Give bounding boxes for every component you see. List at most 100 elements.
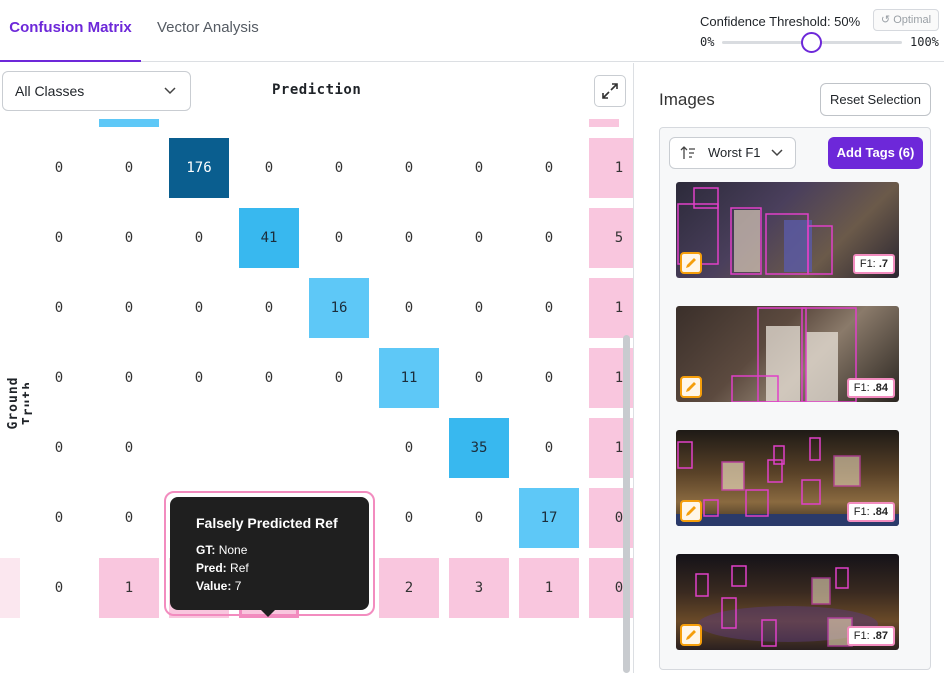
edit-pencil-icon[interactable]	[680, 624, 702, 646]
f1-value: .87	[872, 630, 888, 642]
matrix-cell[interactable]: 0	[379, 208, 439, 268]
matrix-cell[interactable]	[239, 418, 299, 478]
matrix-cell[interactable]: 17	[519, 488, 579, 548]
expand-icon	[602, 83, 618, 99]
matrix-cell[interactable]: 0	[99, 348, 159, 408]
f1-score-badge: F1: .7	[852, 254, 895, 274]
matrix-cell[interactable]: 0	[29, 418, 89, 478]
matrix-cell[interactable]: 0	[449, 348, 509, 408]
threshold-max-label: 100%	[910, 35, 939, 49]
matrix-cell[interactable]: 1	[99, 558, 159, 618]
matrix-cell[interactable]: 0	[239, 348, 299, 408]
matrix-cell[interactable]: 1	[589, 138, 633, 198]
matrix-cell[interactable]: 1	[519, 558, 579, 618]
matrix-cell[interactable]: 0	[519, 278, 579, 338]
threshold-slider-thumb[interactable]	[801, 32, 822, 53]
chevron-down-icon	[771, 138, 783, 179]
matrix-cell[interactable]: 41	[239, 208, 299, 268]
image-thumbnail[interactable]: F1: .84	[676, 430, 899, 526]
sort-select[interactable]: Worst F1	[669, 137, 796, 169]
image-thumbnail[interactable]: F1: .7	[676, 182, 899, 278]
confidence-threshold-label: Confidence Threshold: 50%	[700, 14, 861, 29]
matrix-cell[interactable]: 0	[169, 208, 229, 268]
reset-selection-button[interactable]: Reset Selection	[820, 83, 931, 116]
matrix-cell[interactable]: 0	[449, 138, 509, 198]
matrix-cell[interactable]: 1	[589, 278, 633, 338]
matrix-cell[interactable]: 0	[449, 208, 509, 268]
matrix-cell-partial[interactable]	[99, 119, 159, 127]
matrix-cell[interactable]: 2	[379, 558, 439, 618]
matrix-cell[interactable]: 0	[519, 138, 579, 198]
matrix-cell[interactable]: 0	[29, 278, 89, 338]
cell-tooltip: Falsely Predicted Ref GT: None Pred: Ref…	[170, 497, 369, 610]
matrix-cell[interactable]: 16	[309, 278, 369, 338]
matrix-cell[interactable]: 0	[99, 278, 159, 338]
tab-confusion-matrix[interactable]: Confusion Matrix	[0, 0, 141, 62]
matrix-cell[interactable]: 0	[99, 138, 159, 198]
tooltip-arrow	[261, 610, 275, 617]
edit-pencil-icon[interactable]	[680, 252, 702, 274]
f1-key: F1:	[859, 258, 876, 270]
matrix-cell[interactable]: 0	[379, 418, 439, 478]
matrix-cell[interactable]: 0	[29, 558, 89, 618]
matrix-cell[interactable]	[169, 418, 229, 478]
f1-value: .7	[878, 258, 888, 270]
matrix-cell[interactable]: 0	[449, 278, 509, 338]
matrix-cell[interactable]: 0	[99, 208, 159, 268]
matrix-cell[interactable]: 176	[169, 138, 229, 198]
sort-select-value: Worst F1	[708, 145, 761, 160]
row-highlight	[0, 558, 20, 618]
tooltip-pred-line: Pred: Ref	[196, 559, 369, 577]
matrix-cell[interactable]: 0	[379, 278, 439, 338]
edit-pencil-icon[interactable]	[680, 500, 702, 522]
image-thumbnail[interactable]: F1: .87	[676, 554, 899, 650]
tooltip-gt-value: None	[218, 543, 248, 557]
matrix-cell[interactable]: 0	[239, 278, 299, 338]
tooltip-gt-line: GT: None	[196, 541, 369, 559]
matrix-cell-partial[interactable]	[589, 119, 619, 127]
tooltip-pred-key: Pred:	[196, 561, 227, 575]
prediction-axis-title: Prediction	[272, 82, 362, 98]
matrix-cell[interactable]: 0	[239, 138, 299, 198]
matrix-scrollbar[interactable]	[623, 335, 630, 673]
optimal-button[interactable]: ↺ Optimal	[873, 9, 939, 31]
matrix-cell[interactable]: 0	[99, 418, 159, 478]
matrix-cell[interactable]: 0	[519, 418, 579, 478]
expand-button[interactable]	[594, 75, 626, 107]
matrix-cell[interactable]: 0	[99, 488, 159, 548]
optimal-label: Optimal	[893, 14, 932, 26]
tab-vector-analysis[interactable]: Vector Analysis	[157, 0, 259, 62]
matrix-cell[interactable]: 0	[169, 348, 229, 408]
matrix-cell[interactable]: 0	[519, 348, 579, 408]
matrix-cell[interactable]: 5	[589, 208, 633, 268]
class-filter-select[interactable]: All Classes	[2, 71, 191, 111]
tooltip-pred-value: Ref	[230, 561, 249, 575]
chevron-down-icon	[164, 72, 176, 124]
top-bar: Confusion Matrix Vector Analysis Confide…	[0, 0, 944, 62]
matrix-cell[interactable]: 35	[449, 418, 509, 478]
matrix-cell[interactable]: 11	[379, 348, 439, 408]
matrix-cell[interactable]: 0	[379, 138, 439, 198]
matrix-cell[interactable]: 0	[309, 208, 369, 268]
matrix-cell[interactable]: 0	[169, 278, 229, 338]
matrix-cell[interactable]: 0	[519, 208, 579, 268]
matrix-cell[interactable]	[309, 418, 369, 478]
threshold-min-label: 0%	[700, 35, 715, 49]
add-tags-button[interactable]: Add Tags (6)	[828, 137, 923, 169]
matrix-cell[interactable]: 0	[29, 138, 89, 198]
matrix-cell[interactable]: 0	[29, 488, 89, 548]
matrix-cell[interactable]: 3	[449, 558, 509, 618]
matrix-cell[interactable]: 0	[309, 138, 369, 198]
matrix-cell[interactable]: 0	[309, 348, 369, 408]
matrix-cell[interactable]: 0	[379, 488, 439, 548]
tooltip-value-key: Value:	[196, 579, 232, 593]
edit-pencil-icon[interactable]	[680, 376, 702, 398]
tooltip-gt-key: GT:	[196, 543, 216, 557]
f1-score-badge: F1: .84	[846, 378, 895, 398]
matrix-cell[interactable]: 0	[29, 208, 89, 268]
images-panel-title: Images	[659, 90, 715, 109]
matrix-cell[interactable]: 0	[449, 488, 509, 548]
image-thumbnail[interactable]: F1: .84	[676, 306, 899, 402]
matrix-cell[interactable]: 0	[29, 348, 89, 408]
f1-value: .84	[872, 382, 888, 394]
